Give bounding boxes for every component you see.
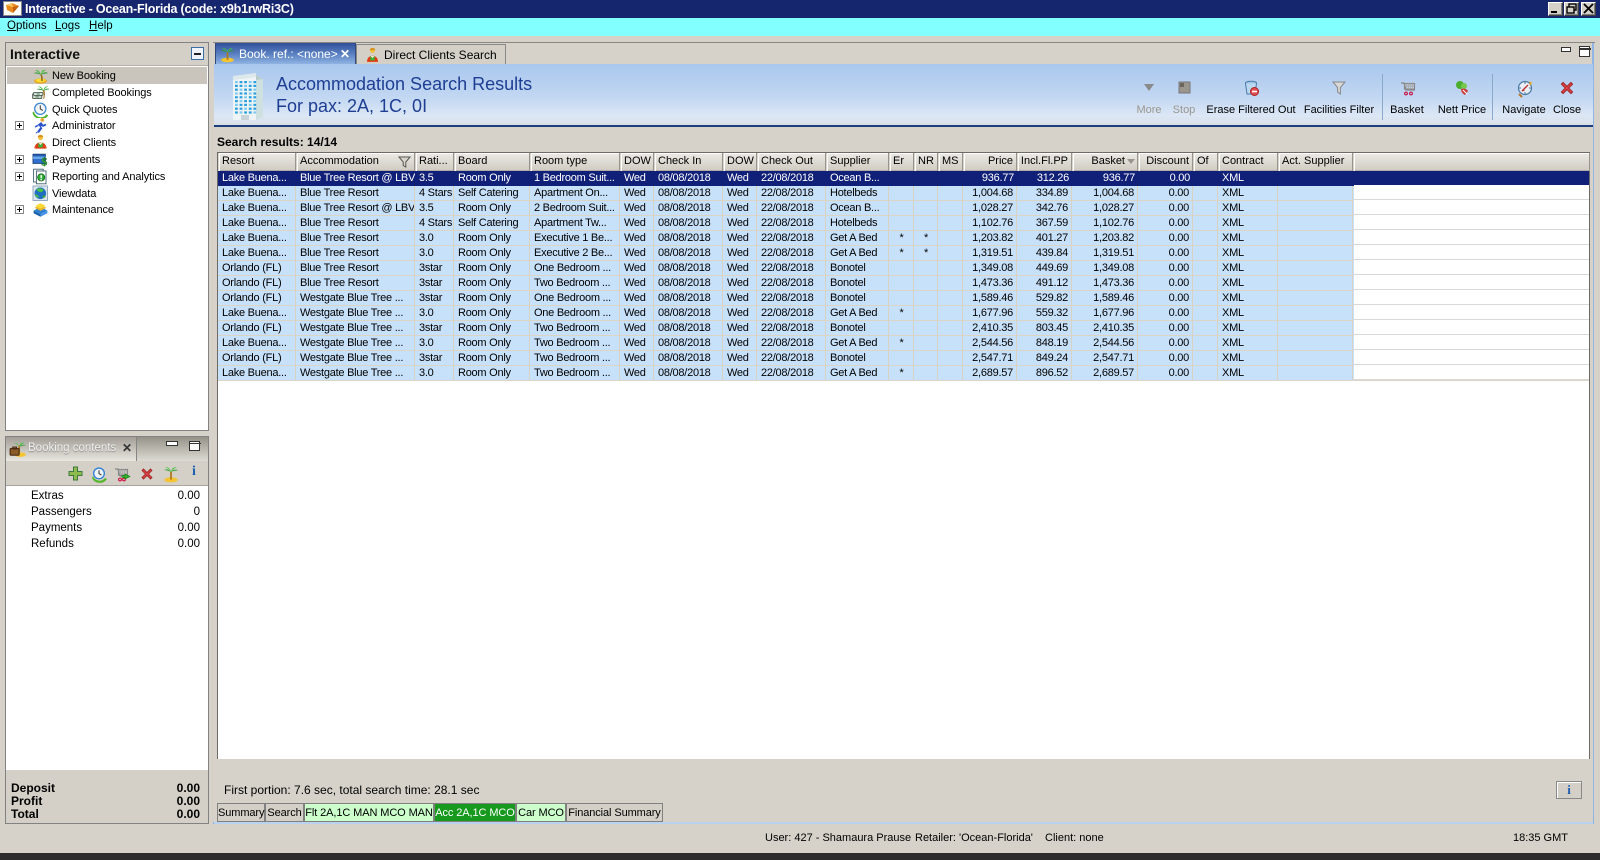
svg-text:$: $ — [41, 155, 47, 168]
